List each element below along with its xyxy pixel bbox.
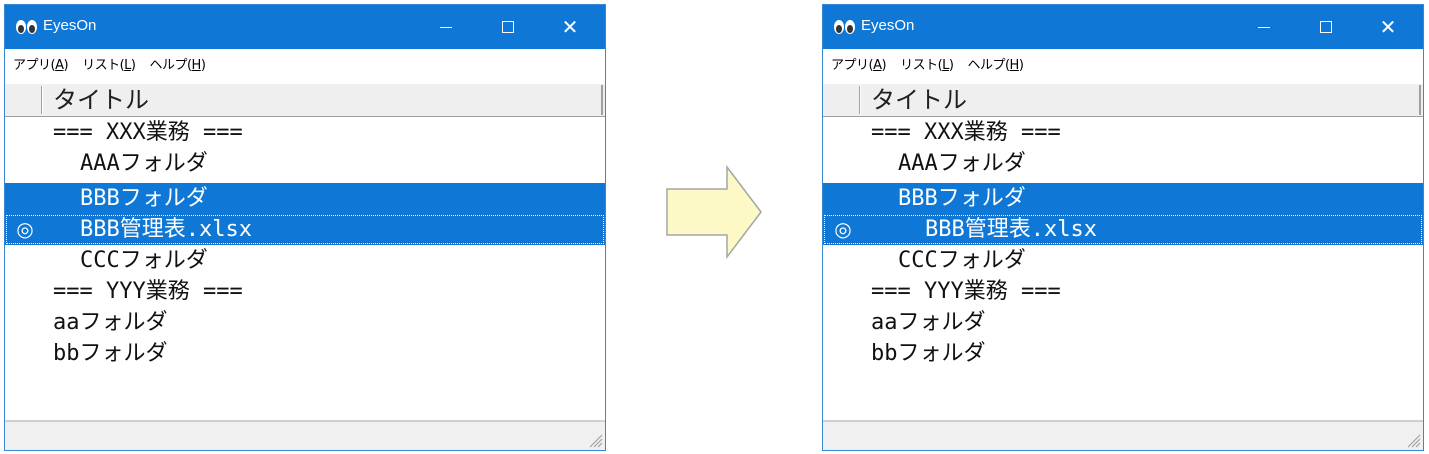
list-item-text: BBBフォルダ	[80, 186, 208, 211]
menu-list-accelerator: L	[942, 57, 949, 73]
menu-list-label: リスト(	[900, 57, 943, 73]
right-arrow-icon	[666, 164, 762, 260]
menu-list[interactable]: リスト(L)	[82, 54, 136, 73]
list-item-selected[interactable]: BBBフォルダ	[5, 183, 605, 214]
size-grip-icon[interactable]	[1405, 432, 1421, 448]
list-item-text: AAAフォルダ	[80, 151, 208, 176]
list-item[interactable]: AAAフォルダ	[823, 148, 1423, 179]
status-bar	[5, 420, 605, 450]
close-icon: ✕	[561, 15, 579, 39]
list-item[interactable]: aaフォルダ	[5, 307, 605, 338]
close-button[interactable]: ✕	[1357, 5, 1419, 49]
menu-app-label: アプリ(	[13, 57, 56, 73]
list-item-text: CCCフォルダ	[898, 248, 1026, 273]
item-list[interactable]: === XXX業務 === AAAフォルダ BBBフォルダ ◎ BBB管理表.xl…	[5, 117, 605, 421]
menu-list-close: )	[948, 57, 954, 73]
list-item-text: bbフォルダ	[53, 341, 168, 366]
title-bar[interactable]: EyesOn ✕	[5, 5, 605, 49]
list-item[interactable]: CCCフォルダ	[823, 245, 1423, 276]
menu-help-label: ヘルプ(	[149, 57, 192, 73]
list-item-selected-focused[interactable]: ◎ BBB管理表.xlsx	[5, 214, 605, 245]
minimize-icon	[1258, 26, 1270, 28]
maximize-icon	[502, 21, 514, 33]
menu-help[interactable]: ヘルプ(H)	[149, 54, 205, 73]
close-icon: ✕	[1379, 15, 1397, 39]
status-bar	[823, 420, 1423, 450]
list-item[interactable]: === YYY業務 ===	[5, 276, 605, 307]
menu-help-close: )	[1018, 57, 1024, 73]
menu-help-accelerator: H	[191, 57, 202, 73]
header-divider[interactable]	[859, 86, 861, 114]
maximize-icon	[1320, 21, 1332, 33]
menu-app[interactable]: アプリ(A)	[831, 54, 887, 73]
selected-mark-icon: ◎	[834, 217, 852, 241]
item-list[interactable]: === XXX業務 === AAAフォルダ BBBフォルダ ◎ BBB管理表.xl…	[823, 117, 1423, 421]
column-header-title[interactable]: タイトル	[863, 85, 1421, 115]
eyeson-window-after: EyesOn ✕ アプリ(A) リスト(L) ヘルプ(H) タイトル === X…	[822, 4, 1424, 451]
list-item[interactable]: === XXX業務 ===	[5, 117, 605, 148]
selected-mark-icon: ◎	[16, 217, 34, 241]
list-item-text: === YYY業務 ===	[53, 279, 243, 304]
list-item[interactable]: bbフォルダ	[5, 338, 605, 369]
menu-bar: アプリ(A) リスト(L) ヘルプ(H)	[5, 49, 605, 77]
size-grip-icon[interactable]	[587, 432, 603, 448]
maximize-button[interactable]	[1295, 5, 1357, 49]
eyeson-window-before: EyesOn ✕ アプリ(A) リスト(L) ヘルプ(H) タイトル === X…	[4, 4, 606, 451]
menu-help-accelerator: H	[1009, 57, 1020, 73]
menu-list-accelerator: L	[124, 57, 131, 73]
list-item-text: BBBフォルダ	[898, 186, 1026, 211]
menu-list-close: )	[130, 57, 136, 73]
menu-list[interactable]: リスト(L)	[900, 54, 954, 73]
menu-app[interactable]: アプリ(A)	[13, 54, 69, 73]
close-button[interactable]: ✕	[539, 5, 601, 49]
window-title: EyesOn	[43, 17, 97, 34]
list-item-text: BBB管理表.xlsx	[925, 217, 1097, 242]
menu-help[interactable]: ヘルプ(H)	[967, 54, 1023, 73]
title-bar[interactable]: EyesOn ✕	[823, 5, 1423, 49]
menu-list-label: リスト(	[82, 57, 125, 73]
list-item-text: CCCフォルダ	[80, 248, 208, 273]
list-header: タイトル	[5, 83, 605, 117]
list-item[interactable]: === YYY業務 ===	[823, 276, 1423, 307]
list-item[interactable]: CCCフォルダ	[5, 245, 605, 276]
list-item-text: aaフォルダ	[53, 310, 168, 335]
list-item-selected[interactable]: BBBフォルダ	[823, 183, 1423, 214]
menu-help-close: )	[200, 57, 206, 73]
list-item[interactable]: bbフォルダ	[823, 338, 1423, 369]
list-header: タイトル	[823, 83, 1423, 117]
eyes-icon	[834, 20, 855, 34]
minimize-button[interactable]	[415, 5, 477, 49]
eyes-icon	[16, 20, 37, 34]
menu-app-close: )	[881, 57, 887, 73]
column-header-title[interactable]: タイトル	[45, 85, 603, 115]
list-item[interactable]: === XXX業務 ===	[823, 117, 1423, 148]
menu-app-close: )	[63, 57, 69, 73]
menu-bar: アプリ(A) リスト(L) ヘルプ(H)	[823, 49, 1423, 77]
minimize-icon	[440, 26, 452, 28]
list-item-text: === YYY業務 ===	[871, 279, 1061, 304]
list-item-text: AAAフォルダ	[898, 151, 1026, 176]
menu-app-label: アプリ(	[831, 57, 874, 73]
list-item[interactable]: AAAフォルダ	[5, 148, 605, 179]
menu-help-label: ヘルプ(	[967, 57, 1010, 73]
list-item-text: bbフォルダ	[871, 341, 986, 366]
minimize-button[interactable]	[1233, 5, 1295, 49]
header-divider[interactable]	[41, 86, 43, 114]
list-item[interactable]: aaフォルダ	[823, 307, 1423, 338]
list-item-text: BBB管理表.xlsx	[80, 217, 252, 242]
list-item-text: === XXX業務 ===	[871, 120, 1061, 145]
list-item-selected-focused[interactable]: ◎ BBB管理表.xlsx	[823, 214, 1423, 245]
maximize-button[interactable]	[477, 5, 539, 49]
list-item-text: === XXX業務 ===	[53, 120, 243, 145]
list-item-text: aaフォルダ	[871, 310, 986, 335]
window-title: EyesOn	[861, 17, 915, 34]
